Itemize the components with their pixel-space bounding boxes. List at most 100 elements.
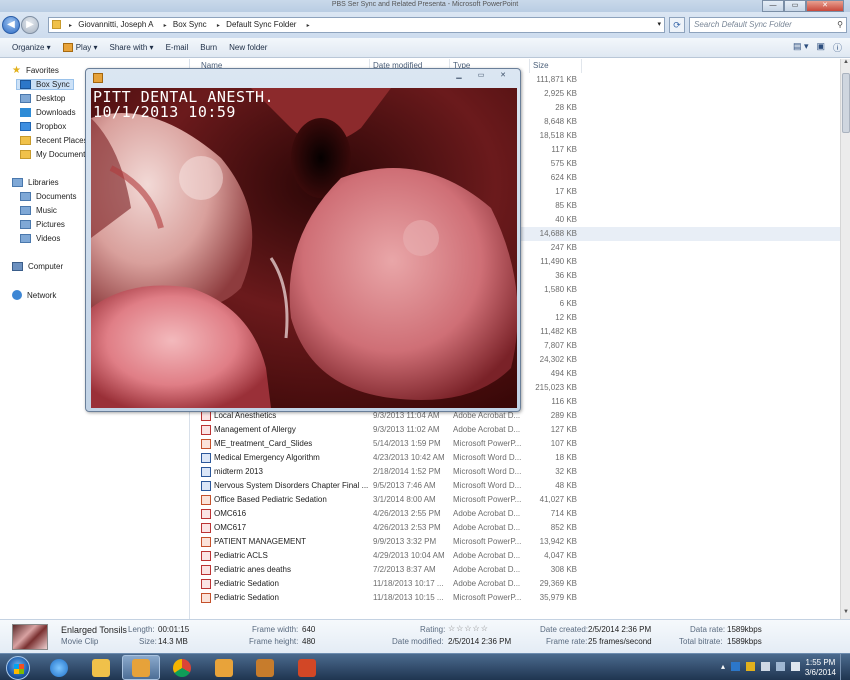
nav-favorites[interactable]: ★ Favorites <box>12 65 59 76</box>
taskbar-internet-explorer[interactable] <box>40 655 78 680</box>
organize-button[interactable]: Organize ▾ <box>12 43 51 52</box>
file-type: Microsoft PowerP... <box>453 537 522 546</box>
word-file-icon <box>201 481 211 491</box>
file-size: 2,925 KB <box>544 89 577 98</box>
close-button[interactable]: ✕ <box>806 0 844 12</box>
file-row[interactable]: Management of Allergy 9/3/2013 11:02 AM Ad… <box>190 423 840 437</box>
player-close-button[interactable]: ✕ <box>494 71 512 81</box>
nav-downloads[interactable]: Downloads <box>20 108 76 117</box>
video-player-window[interactable]: ▁ ▭ ✕ PITT DENTAL ANESTH. 10/1/2013 10:5… <box>85 68 521 412</box>
taskbar-media-player[interactable] <box>122 655 160 680</box>
file-name: Nervous System Disorders Chapter Final .… <box>214 481 369 490</box>
scroll-up-icon[interactable]: ▲ <box>841 59 850 69</box>
player-minimize-button[interactable]: ▁ <box>450 71 468 81</box>
nav-recent-places[interactable]: Recent Places <box>20 136 88 145</box>
search-placeholder: Search Default Sync Folder <box>694 20 792 29</box>
column-divider[interactable] <box>529 59 530 73</box>
nav-desktop[interactable]: Desktop <box>20 94 65 103</box>
nav-my-documents[interactable]: My Documents <box>20 150 89 159</box>
search-input[interactable]: Search Default Sync Folder ⚲ <box>689 17 847 33</box>
maximize-button[interactable]: ▭ <box>784 0 806 12</box>
file-row[interactable]: OMC617 4/26/2013 2:53 PM Adobe Acrobat D..… <box>190 521 840 535</box>
nav-libraries[interactable]: Libraries <box>12 178 59 187</box>
vertical-scrollbar[interactable]: ▲ ▼ <box>840 59 850 619</box>
file-row[interactable]: Nervous System Disorders Chapter Final .… <box>190 479 840 493</box>
file-size: 48 KB <box>555 481 577 490</box>
nav-computer[interactable]: Computer <box>12 262 63 271</box>
tray-arrow-icon[interactable]: ▴ <box>721 662 725 671</box>
taskbar-chrome[interactable] <box>163 655 201 680</box>
start-button[interactable] <box>6 656 30 680</box>
email-button[interactable]: E-mail <box>166 43 189 52</box>
tray-network-icon[interactable] <box>776 662 785 671</box>
column-divider[interactable] <box>581 59 582 73</box>
file-row[interactable]: ME_treatment_Card_Slides 5/14/2013 1:59 P… <box>190 437 840 451</box>
taskbar-powerpoint[interactable] <box>288 655 326 680</box>
file-row[interactable]: Pediatric anes deaths 7/2/2013 8:37 AM Ado… <box>190 563 840 577</box>
breadcrumb-default-sync-folder[interactable]: Default Sync Folder <box>226 20 296 29</box>
tonsils-video-image <box>91 88 517 408</box>
file-type: Microsoft Word D... <box>453 467 522 476</box>
taskbar-explorer[interactable] <box>82 655 120 680</box>
video-frame[interactable]: PITT DENTAL ANESTH. 10/1/2013 10:59 <box>91 88 517 408</box>
nav-videos[interactable]: Videos <box>20 234 60 243</box>
nav-music[interactable]: Music <box>20 206 57 215</box>
file-date-modified: 9/3/2013 11:02 AM <box>373 425 440 434</box>
file-row[interactable]: Pediatric ACLS 4/29/2013 10:04 AM Adobe Ac… <box>190 549 840 563</box>
nav-dropbox[interactable]: Dropbox <box>20 122 66 131</box>
play-label: Play ▾ <box>75 43 98 52</box>
scrollbar-thumb[interactable] <box>842 73 850 133</box>
address-dropdown-icon[interactable]: ▾ <box>657 18 661 32</box>
scroll-down-icon[interactable]: ▼ <box>841 609 850 619</box>
nav-network[interactable]: Network <box>12 290 56 300</box>
minimize-button[interactable]: — <box>762 0 784 12</box>
tray-flag-icon[interactable] <box>761 662 770 671</box>
folder-icon <box>20 150 31 159</box>
help-icon[interactable]: ⓘ <box>833 41 842 54</box>
refresh-button[interactable]: ⟳ <box>669 17 685 33</box>
detail-date-created-label: Date created: <box>540 625 589 634</box>
file-row[interactable]: PATIENT MANAGEMENT 9/9/2013 3:32 PM Micros… <box>190 535 840 549</box>
column-header-size[interactable]: Size <box>533 61 549 70</box>
show-desktop-button[interactable] <box>840 654 850 680</box>
detail-filetype: Movie Clip <box>61 637 99 646</box>
tray-box-icon[interactable] <box>731 662 740 671</box>
breadcrumb-box-sync[interactable]: Box Sync <box>173 20 207 29</box>
file-size: 11,490 KB <box>540 257 577 266</box>
new-folder-button[interactable]: New folder <box>229 43 267 52</box>
address-bar[interactable]: ▸ Giovannitti, Joseph A ▸ Box Sync ▸ Def… <box>48 17 665 33</box>
file-row[interactable]: Office Based Pediatric Sedation 3/1/2014 … <box>190 493 840 507</box>
file-date-modified: 5/14/2013 1:59 PM <box>373 439 441 448</box>
file-row[interactable]: Pediatric Sedation 11/18/2013 10:15 ... Mi… <box>190 591 840 605</box>
player-maximize-button[interactable]: ▭ <box>472 71 490 81</box>
music-icon <box>20 206 31 215</box>
file-size: 41,027 KB <box>539 495 577 504</box>
video-overlay-timestamp: 10/1/2013 10:59 <box>93 103 236 121</box>
breadcrumb-user[interactable]: Giovannitti, Joseph A <box>78 20 153 29</box>
nav-pictures[interactable]: Pictures <box>20 220 65 229</box>
taskbar-app[interactable] <box>246 655 284 680</box>
breadcrumb-separator-icon: ▸ <box>216 23 220 29</box>
back-button[interactable]: ◀ <box>2 16 20 34</box>
nav-documents[interactable]: Documents <box>20 192 76 201</box>
file-row[interactable]: Medical Emergency Algorithm 4/23/2013 10:… <box>190 451 840 465</box>
file-row[interactable]: midterm 2013 2/18/2014 1:52 PM Microsoft W… <box>190 465 840 479</box>
file-row[interactable]: OMC616 4/26/2013 2:55 PM Adobe Acrobat D..… <box>190 507 840 521</box>
file-date-modified: 3/1/2014 8:00 AM <box>373 495 436 504</box>
share-with-button[interactable]: Share with ▾ <box>110 43 154 52</box>
file-row[interactable]: Pediatric Sedation 11/18/2013 10:17 ... Ad… <box>190 577 840 591</box>
rating-stars-icon[interactable]: ☆☆☆☆☆ <box>448 624 489 633</box>
clock[interactable]: 1:55 PM 3/6/2014 <box>805 658 836 678</box>
pdf-file-icon <box>201 509 211 519</box>
forward-button[interactable]: ▶ <box>21 16 39 34</box>
tray-volume-icon[interactable] <box>791 662 800 671</box>
preview-pane-icon[interactable]: ▣ <box>816 41 825 54</box>
burn-button[interactable]: Burn <box>200 43 217 52</box>
taskbar-outlook[interactable] <box>205 655 243 680</box>
tray-shield-icon[interactable] <box>746 662 755 671</box>
nav-box-sync[interactable]: Box Sync <box>16 79 74 90</box>
play-button[interactable]: Play ▾ <box>62 43 98 52</box>
detail-frame-rate-label: Frame rate: <box>546 637 588 646</box>
file-size: 6 KB <box>559 299 577 308</box>
view-options-icon[interactable]: ▤ ▾ <box>793 41 809 54</box>
